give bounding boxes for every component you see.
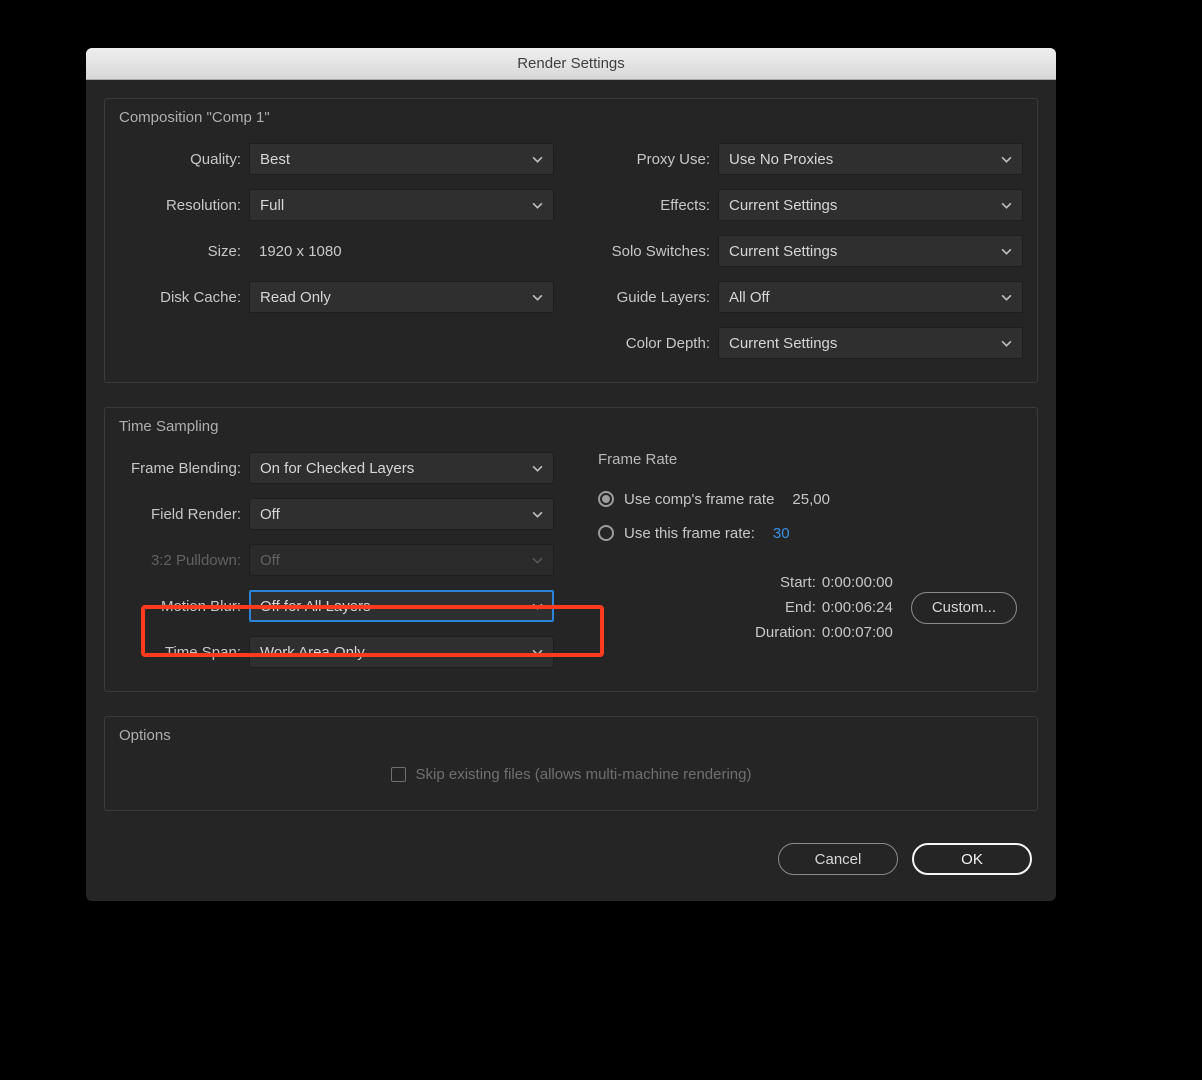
duration-label: Duration: bbox=[746, 624, 816, 641]
radio-selected-icon bbox=[598, 491, 614, 507]
skip-existing-label: Skip existing files (allows multi-machin… bbox=[416, 766, 752, 783]
chevron-down-icon bbox=[532, 647, 543, 658]
use-this-frame-rate-radio[interactable]: Use this frame rate: 30 bbox=[598, 516, 1023, 550]
effects-label: Effects: bbox=[588, 197, 718, 214]
effects-value: Current Settings bbox=[729, 197, 837, 214]
composition-group-title: Composition "Comp 1" bbox=[119, 109, 1023, 126]
skip-existing-checkbox bbox=[391, 767, 406, 782]
proxy-use-select[interactable]: Use No Proxies bbox=[718, 143, 1023, 175]
proxy-use-value: Use No Proxies bbox=[729, 151, 833, 168]
dialog-title: Render Settings bbox=[517, 55, 625, 72]
use-comp-frame-rate-value: 25,00 bbox=[792, 491, 830, 508]
chevron-down-icon bbox=[1001, 200, 1012, 211]
use-this-frame-rate-value[interactable]: 30 bbox=[773, 525, 790, 542]
size-value: 1920 x 1080 bbox=[249, 243, 342, 260]
time-sampling-group: Time Sampling Frame Blending: On for Che… bbox=[104, 407, 1038, 692]
quality-value: Best bbox=[260, 151, 290, 168]
resolution-select[interactable]: Full bbox=[249, 189, 554, 221]
options-group-title: Options bbox=[119, 727, 1023, 744]
end-value: 0:00:06:24 bbox=[822, 599, 893, 616]
chevron-down-icon bbox=[532, 200, 543, 211]
chevron-down-icon bbox=[1001, 154, 1012, 165]
time-sampling-group-title: Time Sampling bbox=[119, 418, 1023, 435]
time-span-label: Time Span: bbox=[119, 644, 249, 661]
solo-switches-select[interactable]: Current Settings bbox=[718, 235, 1023, 267]
chevron-down-icon bbox=[532, 555, 543, 566]
disk-cache-select[interactable]: Read Only bbox=[249, 281, 554, 313]
guide-layers-select[interactable]: All Off bbox=[718, 281, 1023, 313]
ok-button[interactable]: OK bbox=[912, 843, 1032, 875]
chevron-down-icon bbox=[532, 463, 543, 474]
frame-blending-select[interactable]: On for Checked Layers bbox=[249, 452, 554, 484]
color-depth-select[interactable]: Current Settings bbox=[718, 327, 1023, 359]
motion-blur-value: Off for All Layers bbox=[260, 598, 371, 615]
time-span-select[interactable]: Work Area Only bbox=[249, 636, 554, 668]
chevron-down-icon bbox=[1001, 246, 1012, 257]
frame-blending-label: Frame Blending: bbox=[119, 460, 249, 477]
quality-select[interactable]: Best bbox=[249, 143, 554, 175]
frame-blending-value: On for Checked Layers bbox=[260, 460, 414, 477]
pulldown-label: 3:2 Pulldown: bbox=[119, 552, 249, 569]
solo-switches-value: Current Settings bbox=[729, 243, 837, 260]
resolution-label: Resolution: bbox=[119, 197, 249, 214]
pulldown-value: Off bbox=[260, 552, 280, 569]
pulldown-select: Off bbox=[249, 544, 554, 576]
dialog-titlebar: Render Settings bbox=[86, 48, 1056, 80]
effects-select[interactable]: Current Settings bbox=[718, 189, 1023, 221]
color-depth-value: Current Settings bbox=[729, 335, 837, 352]
field-render-value: Off bbox=[260, 506, 280, 523]
proxy-use-label: Proxy Use: bbox=[588, 151, 718, 168]
render-settings-dialog: Render Settings Composition "Comp 1" Qua… bbox=[86, 48, 1056, 901]
dialog-footer: Cancel OK bbox=[104, 835, 1038, 879]
quality-label: Quality: bbox=[119, 151, 249, 168]
field-render-select[interactable]: Off bbox=[249, 498, 554, 530]
chevron-down-icon bbox=[532, 292, 543, 303]
custom-time-button[interactable]: Custom... bbox=[911, 592, 1017, 624]
radio-unselected-icon bbox=[598, 525, 614, 541]
guide-layers-label: Guide Layers: bbox=[588, 289, 718, 306]
start-value: 0:00:00:00 bbox=[822, 574, 893, 591]
time-block: Start: 0:00:00:00 End: 0:00:06:24 Durati… bbox=[588, 574, 1023, 641]
motion-blur-label: Motion Blur: bbox=[119, 598, 249, 615]
color-depth-label: Color Depth: bbox=[588, 335, 718, 352]
composition-group: Composition "Comp 1" Quality: Best Resol… bbox=[104, 98, 1038, 383]
time-span-value: Work Area Only bbox=[260, 644, 365, 661]
use-comp-frame-rate-label: Use comp's frame rate bbox=[624, 491, 774, 508]
chevron-down-icon bbox=[1001, 338, 1012, 349]
start-label: Start: bbox=[746, 574, 816, 591]
guide-layers-value: All Off bbox=[729, 289, 770, 306]
use-this-frame-rate-label: Use this frame rate: bbox=[624, 525, 755, 542]
chevron-down-icon bbox=[532, 601, 543, 612]
disk-cache-label: Disk Cache: bbox=[119, 289, 249, 306]
solo-switches-label: Solo Switches: bbox=[588, 243, 718, 260]
size-label: Size: bbox=[119, 243, 249, 260]
chevron-down-icon bbox=[532, 509, 543, 520]
motion-blur-select[interactable]: Off for All Layers bbox=[249, 590, 554, 622]
disk-cache-value: Read Only bbox=[260, 289, 331, 306]
options-group: Options Skip existing files (allows mult… bbox=[104, 716, 1038, 811]
duration-value: 0:00:07:00 bbox=[822, 624, 893, 641]
cancel-button[interactable]: Cancel bbox=[778, 843, 898, 875]
end-label: End: bbox=[746, 599, 816, 616]
frame-rate-section: Frame Rate Use comp's frame rate 25,00 U… bbox=[588, 445, 1023, 550]
resolution-value: Full bbox=[260, 197, 284, 214]
use-comp-frame-rate-radio[interactable]: Use comp's frame rate 25,00 bbox=[598, 482, 1023, 516]
frame-rate-title: Frame Rate bbox=[598, 451, 1023, 468]
chevron-down-icon bbox=[1001, 292, 1012, 303]
chevron-down-icon bbox=[532, 154, 543, 165]
field-render-label: Field Render: bbox=[119, 506, 249, 523]
